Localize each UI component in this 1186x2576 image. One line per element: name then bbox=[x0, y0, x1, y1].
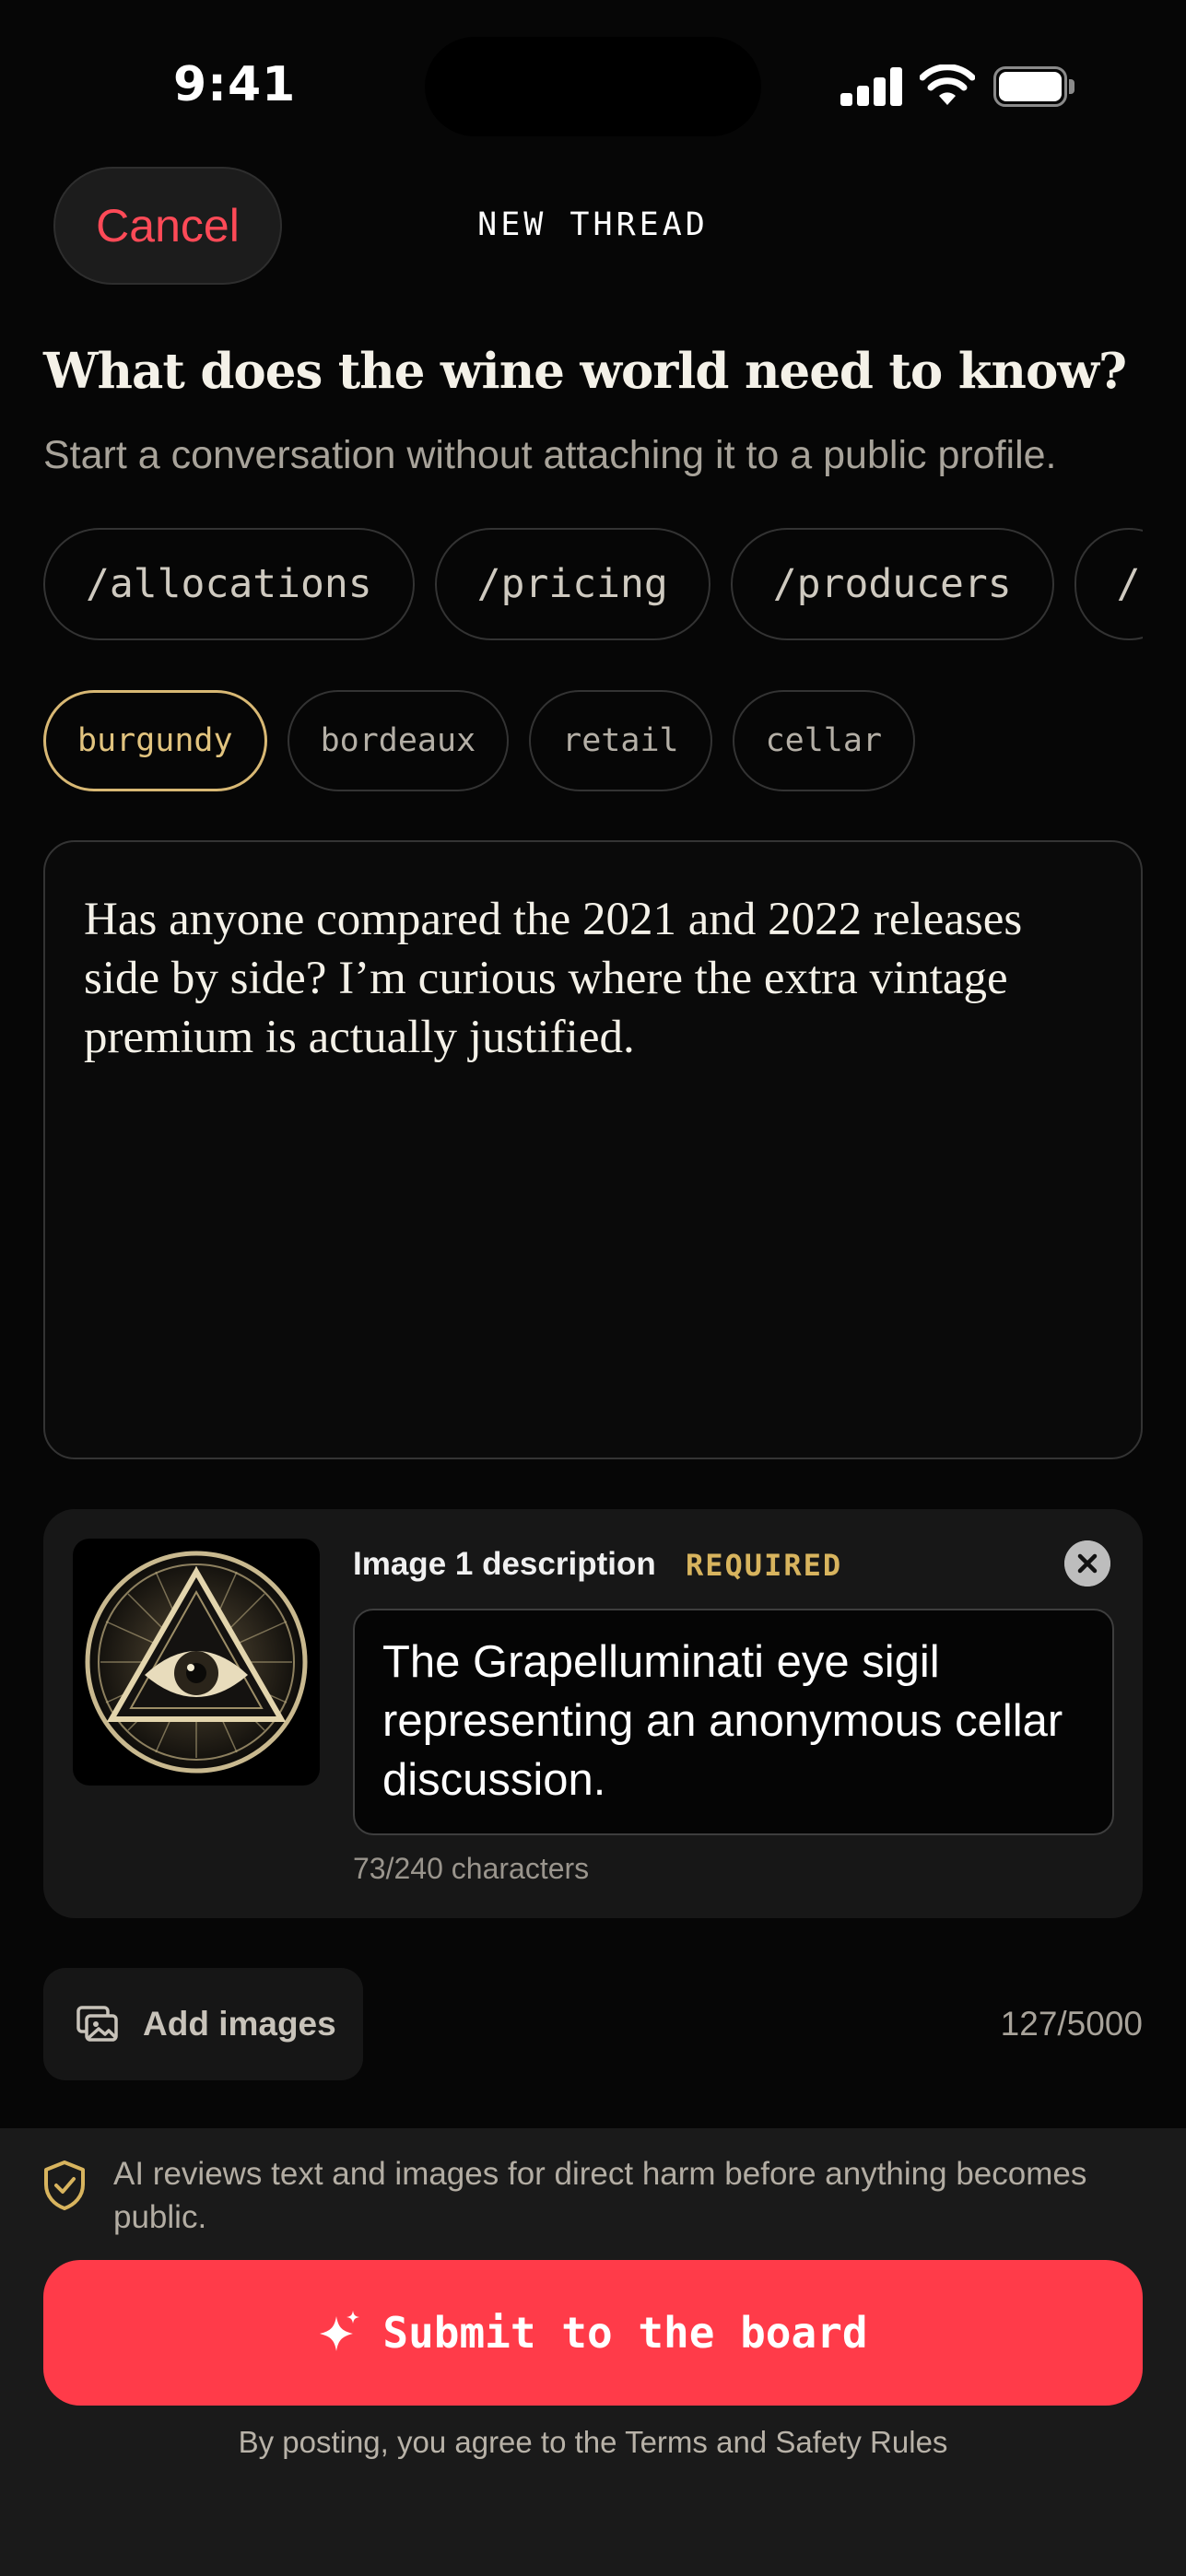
legal-prefix: By posting, you agree to the bbox=[238, 2425, 617, 2459]
total-char-count: 127/5000 bbox=[1000, 2005, 1143, 2043]
image-attachment-card: Image 1 description REQUIRED The Grapell… bbox=[43, 1509, 1143, 1918]
submit-footer: AI reviews text and images for direct ha… bbox=[0, 2128, 1186, 2576]
tag-chip-burgundy[interactable]: burgundy bbox=[43, 690, 267, 791]
signal-icon bbox=[840, 67, 903, 106]
shield-check-icon bbox=[44, 2160, 85, 2210]
eye-sigil-icon bbox=[73, 1539, 320, 1786]
terms-link[interactable]: Terms bbox=[625, 2425, 708, 2459]
wifi-icon bbox=[920, 64, 975, 105]
dynamic-island bbox=[425, 37, 761, 136]
thread-body-text: Has anyone compared the 2021 and 2022 re… bbox=[84, 894, 1023, 1063]
subhead: Start a conversation without attaching i… bbox=[43, 433, 1057, 477]
tag-chip-cellar[interactable]: cellar bbox=[732, 690, 916, 791]
channel-chip-producers[interactable]: /producers bbox=[730, 528, 1054, 640]
channel-chip-allocations[interactable]: /allocations bbox=[43, 528, 415, 640]
remove-image-button[interactable] bbox=[1064, 1540, 1110, 1587]
add-images-label: Add images bbox=[143, 2005, 336, 2043]
page-title: NEW THREAD bbox=[477, 206, 709, 243]
moderation-notice: AI reviews text and images for direct ha… bbox=[113, 2156, 1087, 2235]
image-description-label: Image 1 description bbox=[353, 1546, 656, 1582]
safety-rules-link[interactable]: Safety Rules bbox=[775, 2425, 947, 2459]
images-icon bbox=[76, 2006, 118, 2042]
thread-body-input[interactable]: Has anyone compared the 2021 and 2022 re… bbox=[43, 840, 1143, 1459]
required-badge: REQUIRED bbox=[686, 1548, 843, 1583]
battery-icon bbox=[993, 66, 1074, 107]
description-char-count: 73/240 characters bbox=[353, 1852, 590, 1885]
submit-button[interactable]: Submit to the board bbox=[43, 2260, 1143, 2406]
channel-selector: /allocations /pricing /producers / bbox=[43, 528, 1143, 640]
legal-text: By posting, you agree to the Terms and S… bbox=[0, 2425, 1186, 2460]
legal-and: and bbox=[716, 2425, 768, 2459]
add-images-button[interactable]: Add images bbox=[43, 1968, 363, 2080]
status-time: 9:41 bbox=[173, 57, 297, 112]
tag-chip-retail[interactable]: retail bbox=[529, 690, 712, 791]
sparkle-icon bbox=[320, 2311, 360, 2351]
tag-chip-bordeaux[interactable]: bordeaux bbox=[287, 690, 510, 791]
channel-chip-pricing[interactable]: /pricing bbox=[434, 528, 710, 640]
channel-chip-more[interactable]: / bbox=[1074, 528, 1143, 640]
headline: What does the wine world need to know? bbox=[43, 343, 1127, 400]
tag-selector: burgundy bordeaux retail cellar bbox=[43, 690, 916, 791]
submit-label: Submit to the board bbox=[382, 2308, 868, 2358]
image-description-input[interactable]: The Grapelluminati eye sigil representin… bbox=[353, 1609, 1114, 1835]
